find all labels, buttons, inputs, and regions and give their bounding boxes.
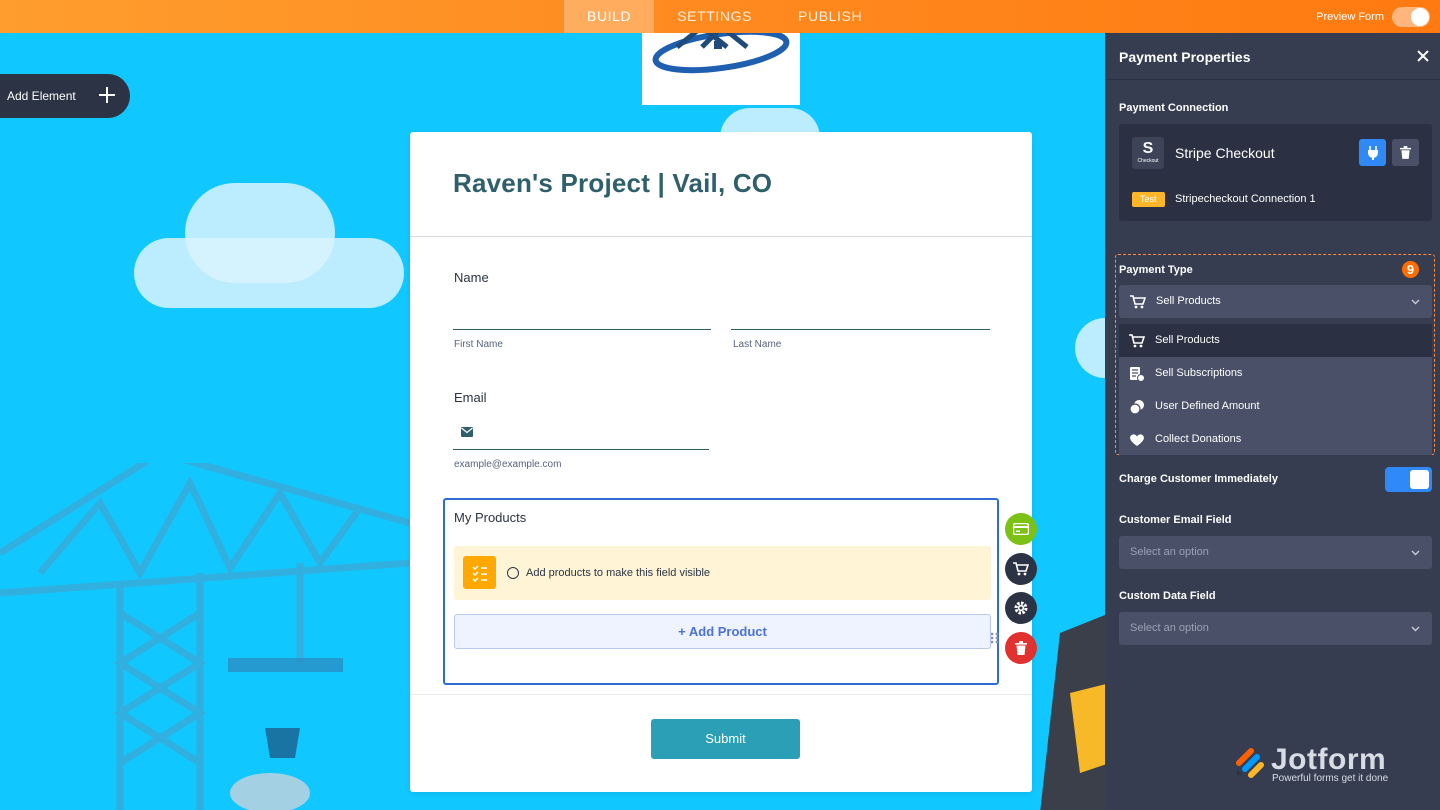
gateway-name: Stripe Checkout	[1175, 145, 1275, 161]
cart-icon	[1130, 295, 1146, 309]
connection-name: Stripecheckout Connection 1	[1175, 193, 1316, 205]
payment-type-label: Payment Type	[1119, 264, 1193, 276]
plug-icon	[1367, 145, 1378, 160]
select-placeholder: Select an option	[1130, 546, 1209, 558]
remove-connection-button[interactable]	[1392, 139, 1419, 166]
last-name-input[interactable]	[731, 329, 990, 330]
construction-machine-illustration	[1040, 615, 1105, 810]
email-sublabel: example@example.com	[454, 459, 562, 470]
customer-email-field-select[interactable]: Select an option	[1119, 536, 1432, 569]
crane-illustration	[0, 463, 411, 810]
email-label: Email	[454, 390, 487, 405]
payment-properties-panel: Payment Properties Payment Connection S …	[1105, 33, 1440, 810]
first-name-input[interactable]	[453, 329, 711, 330]
payment-type-dropdown: Sell Products Sell Subscriptions User De…	[1119, 324, 1432, 455]
option-label: Sell Products	[1155, 334, 1220, 346]
payment-type-select[interactable]: Sell Products	[1119, 285, 1432, 318]
drag-handle-icon[interactable]	[990, 632, 1000, 644]
products-notice-text: Add products to make this field visible	[526, 567, 711, 579]
stripe-logo-subtext: Checkout	[1137, 158, 1159, 164]
chevron-down-icon	[1411, 299, 1420, 305]
plus-icon	[99, 87, 115, 103]
field-settings-button[interactable]	[1005, 592, 1037, 624]
panel-header: Payment Properties	[1105, 33, 1440, 80]
form-card: Raven's Project | Vail, CO Name First Na…	[410, 132, 1032, 792]
product-list-icon	[463, 556, 496, 589]
submit-button[interactable]: Submit	[651, 719, 800, 759]
stripe-checkout-logo: S Checkout	[1132, 137, 1164, 169]
envelope-icon	[461, 427, 473, 437]
last-name-sublabel: Last Name	[733, 339, 782, 350]
payment-type-value: Sell Products	[1156, 295, 1221, 307]
custom-data-field-label: Custom Data Field	[1119, 590, 1216, 602]
close-icon[interactable]	[1416, 49, 1430, 63]
products-notice: Add products to make this field visible	[454, 546, 999, 644]
charge-immediately-label: Charge Customer Immediately	[1119, 473, 1278, 485]
subscription-icon	[1130, 367, 1145, 382]
add-element-button[interactable]: Add Element	[0, 74, 130, 118]
tab-build[interactable]: BUILD	[564, 0, 655, 33]
house-logo-icon	[652, 33, 790, 74]
brand-tagline: Powerful forms get it done	[1272, 773, 1389, 784]
coins-icon	[1129, 400, 1144, 415]
brand-name: Jotform	[1271, 743, 1387, 776]
stripe-logo-letter: S	[1142, 140, 1154, 157]
preview-form-label: Preview Form	[1316, 10, 1384, 23]
charge-immediately-toggle[interactable]	[1385, 467, 1432, 492]
payment-gateway-button[interactable]	[1005, 513, 1037, 545]
info-circle-icon	[507, 567, 519, 579]
product-list-button[interactable]	[1005, 553, 1037, 585]
tab-publish[interactable]: PUBLISH	[775, 0, 885, 33]
divider	[410, 236, 1032, 237]
gear-icon	[1014, 601, 1028, 615]
toggle-knob	[1410, 470, 1429, 489]
option-label: Sell Subscriptions	[1155, 367, 1243, 379]
payment-connection-card: S Checkout Stripe Checkout Test Stripech…	[1119, 124, 1432, 221]
cart-icon	[1129, 334, 1145, 348]
credit-card-icon	[1013, 523, 1029, 535]
background-cloud	[1075, 318, 1105, 378]
chevron-down-icon	[1411, 626, 1420, 632]
preview-form-toggle[interactable]	[1392, 6, 1430, 27]
my-products-field[interactable]: My Products Add products to make this fi…	[443, 498, 999, 685]
option-sell-subscriptions[interactable]: Sell Subscriptions	[1119, 357, 1432, 390]
form-title[interactable]: Raven's Project | Vail, CO	[453, 168, 772, 199]
option-sell-products[interactable]: Sell Products	[1119, 324, 1432, 357]
builder-tabs: BUILD SETTINGS PUBLISH	[564, 0, 885, 33]
email-input[interactable]	[453, 449, 709, 450]
option-label: User Defined Amount	[1155, 400, 1260, 412]
products-label: My Products	[454, 510, 527, 525]
form-logo[interactable]	[642, 33, 800, 105]
customer-email-field-label: Customer Email Field	[1119, 514, 1232, 526]
payment-connection-label: Payment Connection	[1119, 102, 1229, 114]
custom-data-field-select[interactable]: Select an option	[1119, 612, 1432, 645]
jotform-mark-icon	[1236, 748, 1264, 778]
divider	[410, 694, 1032, 695]
background-cloud	[185, 183, 335, 283]
delete-field-button[interactable]	[1005, 632, 1037, 664]
option-collect-donations[interactable]: Collect Donations	[1119, 423, 1432, 456]
heart-icon	[1130, 434, 1144, 446]
test-mode-badge: Test	[1132, 192, 1165, 207]
tab-settings[interactable]: SETTINGS	[654, 0, 775, 33]
trash-icon	[1400, 146, 1411, 159]
cart-icon	[1013, 562, 1029, 576]
option-user-defined-amount[interactable]: User Defined Amount	[1119, 390, 1432, 423]
step-badge: 9	[1402, 261, 1419, 278]
option-label: Collect Donations	[1155, 433, 1242, 445]
connect-button[interactable]	[1359, 139, 1386, 166]
add-element-label: Add Element	[7, 89, 76, 103]
top-bar: BUILD SETTINGS PUBLISH Preview Form	[0, 0, 1440, 33]
trash-icon	[1015, 641, 1027, 655]
preview-form-control: Preview Form	[1316, 0, 1430, 33]
add-product-button[interactable]: + Add Product	[454, 614, 991, 649]
chevron-down-icon	[1411, 550, 1420, 556]
panel-title: Payment Properties	[1119, 49, 1251, 65]
name-label: Name	[454, 270, 489, 285]
select-placeholder: Select an option	[1130, 622, 1209, 634]
first-name-sublabel: First Name	[454, 339, 503, 350]
